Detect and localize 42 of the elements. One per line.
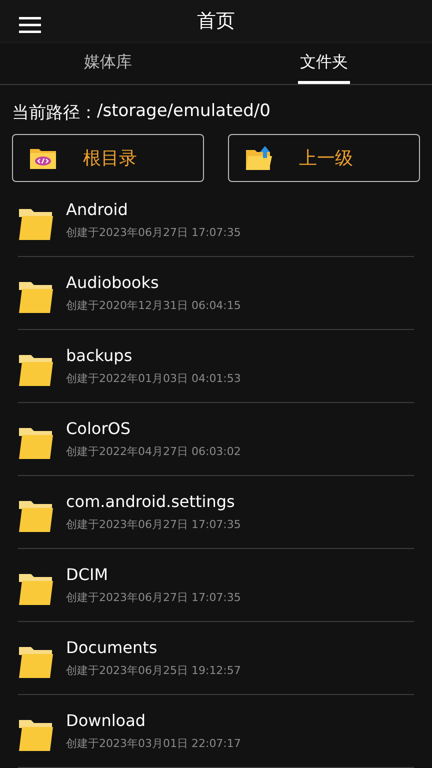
folder-name: Android [66, 200, 129, 219]
menu-icon[interactable] [19, 17, 41, 33]
path-label: 当前路径： [12, 102, 97, 124]
code-folder-icon [29, 146, 57, 170]
folder-name: backups [66, 346, 134, 365]
folder-icon [18, 646, 54, 678]
created-date: 创建于2023年03月01日 22:07:17 [66, 736, 241, 751]
folder-name: ColorOS [66, 419, 132, 438]
created-date: 创建于2023年06月27日 17:07:35 [66, 517, 241, 532]
folder-icon [18, 572, 54, 606]
folder-name: Audiobooks [66, 273, 160, 292]
root-directory-button[interactable]: 根目录 [12, 134, 204, 182]
folder-name: DCIM [66, 565, 110, 584]
folder-row[interactable]: Audiobooks 创建于2020年12月31日 06:04:15 [18, 257, 414, 330]
parent-directory-button[interactable]: 上一级 [228, 134, 420, 182]
tab[interactable]: 文件夹 [216, 42, 432, 84]
page-title: 首页 [197, 8, 235, 34]
folder-name: Documents [66, 638, 158, 657]
folder-icon [18, 500, 54, 532]
folder-icon [18, 354, 54, 386]
folder-icon [18, 208, 54, 240]
created-date: 创建于2020年12月31日 06:04:15 [66, 298, 241, 313]
tab[interactable]: 媒体库 [0, 42, 216, 84]
folder-row[interactable]: ColorOS 创建于2022年04月27日 06:03:02 [18, 403, 414, 476]
created-date: 创建于2022年04月27日 06:03:02 [66, 444, 241, 459]
folder-upload-icon [245, 145, 273, 171]
created-date: 创建于2023年06月27日 17:07:35 [66, 590, 241, 605]
folder-name: Download [66, 711, 147, 730]
folder-row[interactable]: backups 创建于2022年01月03日 04:01:53 [18, 330, 414, 403]
created-date: 创建于2022年01月03日 04:01:53 [66, 371, 241, 386]
created-date: 创建于2023年06月25日 19:12:57 [66, 663, 241, 678]
folder-row[interactable]: DCIM 创建于2023年06月27日 17:07:35 [18, 549, 414, 622]
folder-name: com.android.settings [66, 492, 236, 511]
folder-row[interactable]: Android 创建于2023年06月27日 17:07:35 [18, 184, 414, 257]
folder-row[interactable]: com.android.settings 创建于2023年06月27日 17:07:35 [18, 476, 414, 549]
folder-row[interactable]: Documents 创建于2023年06月25日 19:12:57 [18, 622, 414, 695]
folder-icon [18, 718, 54, 752]
folder-icon [18, 280, 54, 314]
folder-icon [18, 426, 54, 460]
path-value: /storage/emulated/0 [97, 101, 270, 123]
created-date: 创建于2023年06月27日 17:07:35 [66, 225, 241, 240]
folder-row[interactable]: Download 创建于2023年03月01日 22:07:17 [18, 695, 414, 768]
